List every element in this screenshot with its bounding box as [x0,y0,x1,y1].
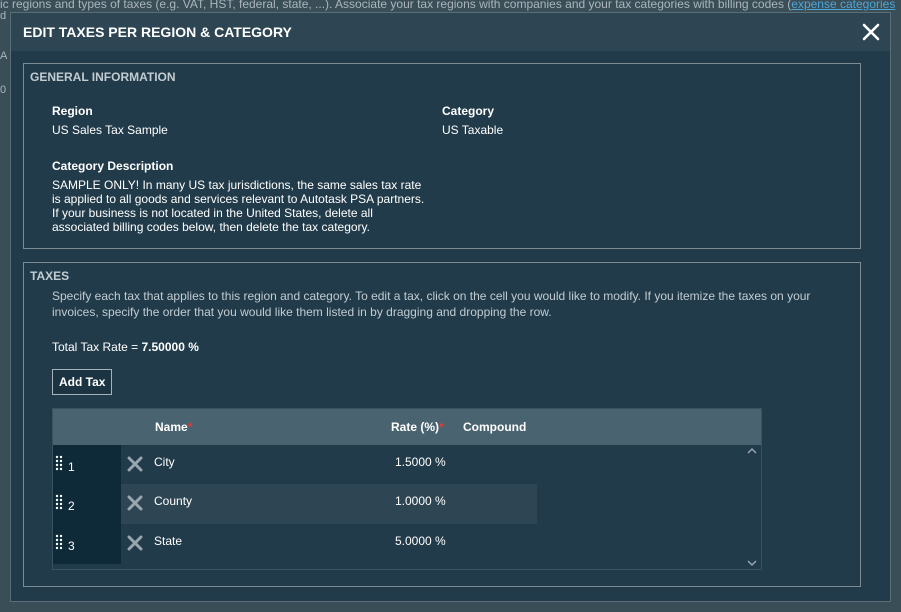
edit-taxes-dialog: EDIT TAXES PER REGION & CATEGORY GENERAL… [10,12,891,602]
grid-header: Name* Rate (%)* Compound [53,409,761,445]
category-label: Category [442,104,495,118]
dialog-title: EDIT TAXES PER REGION & CATEGORY [23,24,292,40]
drag-handle-icon[interactable] [55,494,63,510]
tax-rate-cell[interactable]: 1.5000 % [395,455,446,469]
dialog-header: EDIT TAXES PER REGION & CATEGORY [11,13,890,51]
general-information-panel: GENERAL INFORMATION Region US Sales Tax … [23,63,861,249]
grid-scrollbar[interactable] [743,445,761,569]
expense-categories-link[interactable]: expense categories [791,0,895,11]
row-order: 3 [68,539,75,553]
general-information-title: GENERAL INFORMATION [30,70,176,84]
row-order: 2 [68,499,75,513]
delete-x-icon[interactable] [127,456,143,472]
tax-name-cell[interactable]: State [154,534,182,548]
row-order: 1 [68,460,75,474]
taxes-grid: Name* Rate (%)* Compound 1 City 1.5000 %… [52,408,762,570]
total-tax-rate-value: 7.50000 % [141,340,199,354]
table-row[interactable]: 3 State 5.0000 % [53,524,745,564]
total-tax-rate-label: Total Tax Rate = [52,340,142,354]
chevron-up-icon[interactable] [747,447,757,455]
taxes-title: TAXES [30,269,70,283]
close-icon [862,23,880,41]
background-text: ic regions and types of taxes (e.g. VAT,… [0,0,895,11]
column-header-compound[interactable]: Compound [463,420,526,434]
tax-rate-cell[interactable]: 1.0000 % [395,494,446,508]
table-row[interactable]: 1 City 1.5000 % [53,445,745,485]
column-header-name[interactable]: Name* [155,420,192,434]
required-marker: * [439,420,444,434]
delete-x-icon[interactable] [127,495,143,511]
table-row[interactable]: 2 County 1.0000 % [53,484,745,524]
total-tax-rate: Total Tax Rate = 7.50000 % [52,340,199,354]
taxes-instructions: Specify each tax that applies to this re… [52,289,811,319]
close-button[interactable] [860,21,882,43]
column-header-rate[interactable]: Rate (%)* [391,420,444,434]
delete-x-icon[interactable] [127,535,143,551]
add-tax-button[interactable]: Add Tax [52,369,113,395]
drag-handle-icon[interactable] [55,534,63,550]
background-fragment: A [0,50,8,62]
region-label: Region [52,104,93,118]
background-fragment: d [0,10,7,22]
category-description-value: SAMPLE ONLY! In many US tax jurisdiction… [52,178,425,234]
tax-name-cell[interactable]: City [154,455,175,469]
region-value: US Sales Tax Sample [52,123,168,137]
category-value: US Taxable [442,123,504,137]
taxes-panel: TAXES Specify each tax that applies to t… [23,262,861,587]
tax-name-cell[interactable]: County [154,494,192,508]
required-marker: * [187,420,193,434]
background-fragment: 0 [0,84,7,96]
category-description-label: Category Description [52,159,174,173]
tax-rate-cell[interactable]: 5.0000 % [395,534,446,548]
drag-handle-icon[interactable] [55,455,63,471]
chevron-down-icon[interactable] [747,559,757,567]
